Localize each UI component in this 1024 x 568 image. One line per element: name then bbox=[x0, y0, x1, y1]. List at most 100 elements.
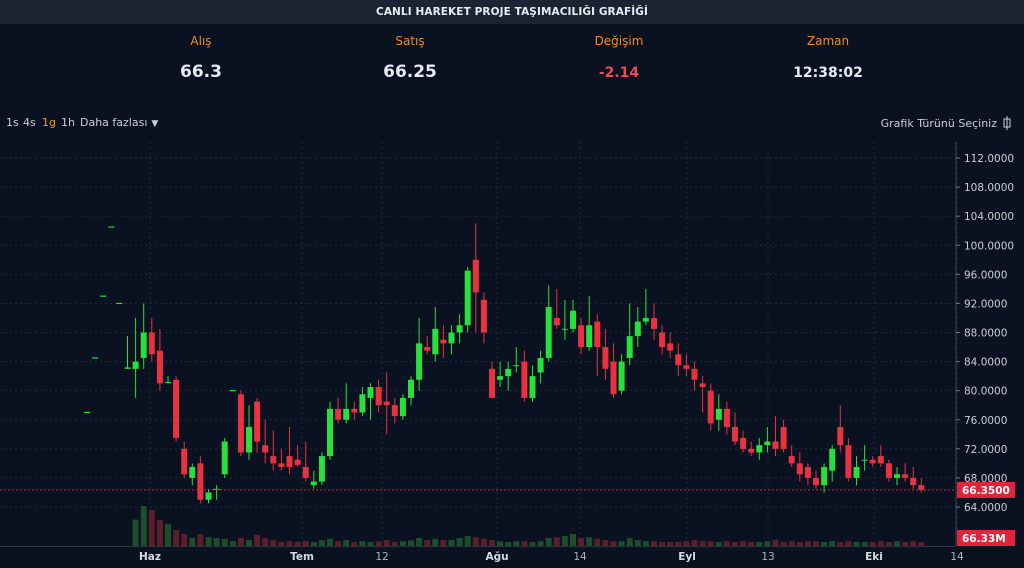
candle-body bbox=[578, 325, 585, 348]
volume-baseline bbox=[0, 546, 956, 547]
volume-bar bbox=[715, 542, 722, 546]
volume-bar bbox=[837, 542, 844, 546]
candle-body bbox=[918, 485, 925, 490]
candle-body bbox=[910, 477, 917, 486]
ask-block: Satış 66.25 bbox=[310, 24, 510, 102]
chart-title: CANLI HAREKET PROJE TAŞIMACILIĞI GRAFİĞİ bbox=[0, 0, 1024, 24]
candle-body bbox=[618, 361, 625, 391]
candle-body bbox=[570, 310, 576, 329]
volume-bar bbox=[829, 541, 836, 546]
volume-bar bbox=[594, 538, 601, 546]
time-block: Zaman 12:38:02 bbox=[728, 24, 928, 102]
volume-bar bbox=[748, 542, 755, 546]
volume-bar bbox=[578, 538, 585, 546]
candle-body bbox=[165, 381, 171, 383]
candle-body bbox=[699, 383, 706, 388]
volume-bar bbox=[675, 542, 682, 546]
volume-bar bbox=[651, 541, 657, 546]
chart-type-label: Grafik Türünü Seçiniz bbox=[880, 116, 997, 130]
candle-body bbox=[464, 270, 471, 326]
volume-bar bbox=[335, 541, 342, 546]
candle-body bbox=[173, 379, 180, 438]
y-tick-label: 108.0000 bbox=[964, 182, 1014, 194]
candlestick-icon bbox=[1003, 116, 1011, 130]
volume-bar bbox=[513, 541, 520, 546]
candle-body bbox=[278, 463, 285, 468]
candle-body bbox=[885, 463, 892, 478]
candle-body bbox=[821, 467, 828, 486]
candle-body bbox=[691, 368, 698, 380]
bid-block: Alış 66.3 bbox=[101, 24, 301, 102]
volume-bar bbox=[610, 541, 617, 546]
timeframe-1s[interactable]: 1s bbox=[6, 116, 19, 129]
volume-bar bbox=[480, 538, 487, 546]
candle-body bbox=[732, 427, 738, 442]
volume-bar bbox=[667, 542, 674, 546]
y-tick-label: 88.0000 bbox=[964, 328, 1007, 340]
timeframe-1g[interactable]: 1g bbox=[42, 116, 56, 129]
volume-bar bbox=[229, 541, 236, 546]
more-timeframes-button[interactable]: Daha fazlası ▼ bbox=[80, 116, 158, 129]
candle-body bbox=[497, 376, 504, 380]
volume-bar bbox=[132, 519, 139, 546]
timeframe-4s[interactable]: 4s bbox=[23, 116, 36, 129]
volume-bar bbox=[367, 542, 374, 546]
candle-body bbox=[140, 332, 147, 358]
volume-bar bbox=[894, 541, 900, 546]
volume-bar bbox=[408, 540, 414, 546]
volume-bar bbox=[586, 537, 593, 546]
candle-body bbox=[610, 361, 617, 395]
volume-bar bbox=[221, 538, 228, 546]
candle-body bbox=[480, 299, 487, 333]
candle-body bbox=[756, 445, 763, 453]
y-tick-label: 100.0000 bbox=[964, 240, 1014, 252]
candle-body bbox=[788, 456, 795, 464]
volume-bar bbox=[537, 541, 544, 546]
candle-body bbox=[432, 328, 439, 355]
y-tick-label: 64.0000 bbox=[964, 502, 1007, 514]
candle-body bbox=[667, 343, 674, 351]
volume-bar bbox=[553, 537, 560, 546]
volume-bar bbox=[529, 542, 536, 546]
volume-bar bbox=[383, 540, 390, 546]
more-label: Daha fazlası bbox=[80, 116, 148, 129]
volume-bar bbox=[270, 540, 277, 546]
candle-body bbox=[780, 427, 787, 449]
candle-body bbox=[869, 459, 876, 464]
candle-body bbox=[351, 408, 358, 413]
chart-type-button[interactable]: Grafik Türünü Seçiniz bbox=[881, 116, 1012, 130]
candle-body bbox=[408, 379, 414, 398]
candle-body bbox=[659, 332, 666, 348]
candle-body bbox=[837, 427, 844, 446]
candle-body bbox=[642, 317, 649, 322]
volume-bar bbox=[399, 541, 406, 546]
volume-bar bbox=[910, 541, 917, 546]
volume-bar bbox=[642, 541, 649, 546]
volume-bar bbox=[804, 541, 811, 546]
volume-bar bbox=[286, 541, 293, 546]
candle-body bbox=[310, 481, 317, 486]
volume-bar bbox=[732, 542, 738, 546]
bid-label: Alış bbox=[190, 34, 212, 48]
volume-bar bbox=[173, 530, 180, 546]
volume-bar bbox=[853, 542, 860, 546]
volume-bar bbox=[456, 538, 463, 546]
change-value: -2.14 bbox=[598, 65, 640, 81]
volume-bar bbox=[189, 538, 196, 546]
volume-bar bbox=[197, 534, 204, 546]
volume-bar bbox=[205, 537, 212, 546]
volume-bar bbox=[618, 541, 625, 546]
candle-body bbox=[626, 336, 633, 358]
x-tick-label: Eki bbox=[865, 551, 883, 563]
volume-bar bbox=[756, 542, 763, 546]
candle-body bbox=[861, 459, 868, 461]
price-chart[interactable]: 112.0000 108.0000 104.0000 100.0000 96.0000 9… bbox=[0, 142, 1024, 568]
chevron-down-icon: ▼ bbox=[151, 119, 159, 129]
candle-body bbox=[586, 325, 593, 348]
volume-bar bbox=[343, 540, 350, 546]
volume-bar bbox=[472, 537, 479, 546]
change-block: Değişim -2.14 bbox=[519, 24, 719, 102]
volume-bar bbox=[262, 538, 269, 546]
candle-body bbox=[537, 357, 544, 373]
timeframe-1h[interactable]: 1h bbox=[61, 116, 75, 129]
